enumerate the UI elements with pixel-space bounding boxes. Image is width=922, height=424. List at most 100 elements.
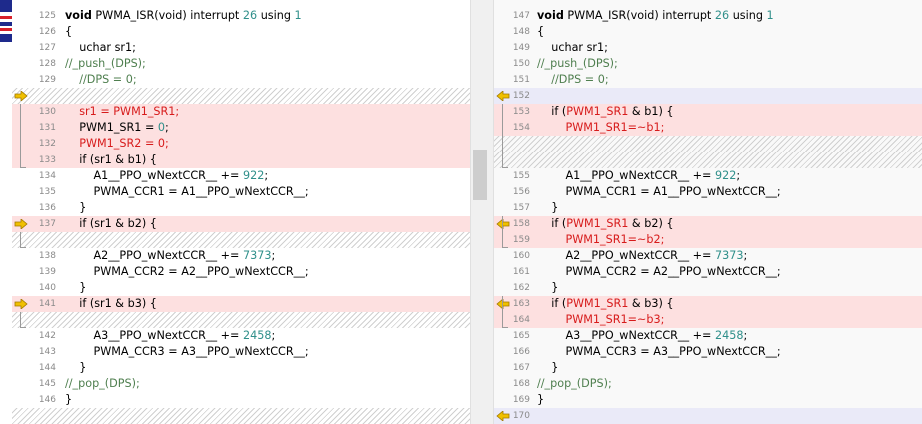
code-text: //_push_(DPS); <box>65 57 146 70</box>
code-line[interactable]: 164 PWM1_SR1=~b3; <box>494 312 922 328</box>
code-line[interactable]: 153 if (PWM1_SR1 & b1) { <box>494 104 922 120</box>
code-line[interactable]: 151 //DPS = 0; <box>494 72 922 88</box>
line-number <box>506 136 530 152</box>
line-number: 153 <box>512 107 530 117</box>
arrow-right-icon[interactable] <box>14 299 28 309</box>
code-line[interactable]: 152 <box>494 88 922 104</box>
code-line[interactable]: 169} <box>494 392 922 408</box>
code-line[interactable]: 147 void PWMA_ISR(void) interrupt 26 usin… <box>494 8 922 24</box>
line-number: 132 <box>38 139 56 149</box>
code-line[interactable]: 168 //_pop_(DPS); <box>494 376 922 392</box>
scrollbar-thumb[interactable] <box>473 150 487 200</box>
placeholder-row[interactable] <box>494 136 922 152</box>
code-line[interactable]: 162 } <box>494 280 922 296</box>
code-line[interactable]: 129 //DPS = 0; <box>12 72 470 88</box>
right-diff-pane[interactable]: 146} /147void PWMA_ISR(void) interrupt 2… <box>494 0 922 424</box>
line-number: 140 <box>38 283 56 293</box>
code-text: uchar sr1; <box>79 41 136 54</box>
code-text: PWM1_SR1=~b1; <box>537 121 665 134</box>
gutter <box>12 392 29 408</box>
code-text: PWM1_SR1=~b3; <box>537 313 665 326</box>
line-number: 149 <box>512 43 530 53</box>
code-text: } <box>65 361 87 374</box>
code-line[interactable]: 155 A1__PPO_wNextCCR__ += 922; <box>494 168 922 184</box>
code-line[interactable]: 159 PWM1_SR1=~b2; <box>494 232 922 248</box>
code-text: if (PWM1_SR1 & b3) { <box>551 297 674 310</box>
change-bracket <box>20 312 26 328</box>
code-line[interactable]: 138 A2__PPO_wNextCCR__ += 7373; <box>12 248 470 264</box>
code-line[interactable]: 145 //_pop_(DPS); <box>12 376 470 392</box>
code-line[interactable]: 144 } <box>12 360 470 376</box>
line-number: 152 <box>512 91 530 101</box>
left-diff-pane[interactable]: 125 void PWMA_ISR(void) interrupt 26 usin… <box>12 0 470 424</box>
code-text: PWM1_SR1 = 0; <box>79 121 169 134</box>
code-line[interactable]: 137 if (sr1 & b2) { <box>12 216 470 232</box>
code-line[interactable]: 142 A3__PPO_wNextCCR__ += 2458; <box>12 328 470 344</box>
code-line[interactable]: 131 PWM1_SR1 = 0; <box>12 120 470 136</box>
code-line[interactable]: 154 PWM1_SR1=~b1; <box>494 120 922 136</box>
placeholder-row[interactable] <box>12 88 470 104</box>
line-number: 154 <box>512 123 530 133</box>
code-line[interactable]: 163 if (PWM1_SR1 & b3) { <box>494 296 922 312</box>
gutter <box>12 88 29 104</box>
line-number: 161 <box>512 267 530 277</box>
code-line[interactable]: 139 PWMA_CCR2 = A2__PPO_wNextCCR__; <box>12 264 470 280</box>
gutter <box>12 360 29 376</box>
code-text: if (sr1 & b1) { <box>79 153 157 166</box>
code-line[interactable]: 141 if (sr1 & b3) { <box>12 296 470 312</box>
code-text: } <box>65 201 87 214</box>
code-line[interactable]: 158 if (PWM1_SR1 & b2) { <box>494 216 922 232</box>
code-text: //DPS = 0; <box>551 73 609 86</box>
marker-block <box>0 0 12 12</box>
code-line[interactable]: 160 A2__PPO_wNextCCR__ += 7373; <box>494 248 922 264</box>
code-line[interactable]: 161 PWMA_CCR2 = A2__PPO_wNextCCR__; <box>494 264 922 280</box>
change-bracket <box>20 104 26 168</box>
arrow-right-icon[interactable] <box>14 219 28 229</box>
code-line[interactable]: 133 if (sr1 & b1) { <box>12 152 470 168</box>
code-text: } <box>537 393 545 406</box>
code-text: } <box>65 281 87 294</box>
arrow-right-icon[interactable] <box>14 91 28 101</box>
line-number: 145 <box>38 379 56 389</box>
code-line[interactable]: 136 } <box>12 200 470 216</box>
code-line[interactable]: 126 { <box>12 24 470 40</box>
code-line[interactable]: 125 void PWMA_ISR(void) interrupt 26 usin… <box>12 8 470 24</box>
line-number: 166 <box>512 347 530 357</box>
code-line[interactable]: 149 uchar sr1; <box>494 40 922 56</box>
code-line[interactable]: 146} <box>12 392 470 408</box>
placeholder-row[interactable] <box>12 312 470 328</box>
line-number <box>30 88 56 104</box>
change-bracket <box>502 216 508 248</box>
line-number: 125 <box>38 11 56 21</box>
center-scrollbar[interactable] <box>470 0 494 424</box>
code-line[interactable]: 166 PWMA_CCR3 = A3__PPO_wNextCCR__; <box>494 344 922 360</box>
code-line[interactable]: 165 A3__PPO_wNextCCR__ += 2458; <box>494 328 922 344</box>
left-edge-markers <box>0 0 12 424</box>
line-number: 135 <box>38 187 56 197</box>
code-text: PWMA_CCR1 = A1__PPO_wNextCCR__; <box>565 185 781 198</box>
placeholder-row[interactable] <box>12 232 470 248</box>
placeholder-row[interactable] <box>12 408 470 424</box>
code-line[interactable]: 134 A1__PPO_wNextCCR__ += 922; <box>12 168 470 184</box>
code-line[interactable]: 132 PWM1_SR2 = 0; <box>12 136 470 152</box>
placeholder-row[interactable] <box>494 152 922 168</box>
change-bracket <box>502 296 508 328</box>
code-line[interactable]: 148 { <box>494 24 922 40</box>
code-line[interactable]: 130 sr1 = PWM1_SR1; <box>12 104 470 120</box>
code-line[interactable]: 167 } <box>494 360 922 376</box>
code-line[interactable]: 156 PWMA_CCR1 = A1__PPO_wNextCCR__; <box>494 184 922 200</box>
code-line[interactable]: 140 } <box>12 280 470 296</box>
code-line[interactable]: 128 //_push_(DPS); <box>12 56 470 72</box>
code-line[interactable]: 157 } <box>494 200 922 216</box>
line-number: 160 <box>512 251 530 261</box>
code-text: sr1 = PWM1_SR1; <box>65 105 180 118</box>
code-line[interactable]: 127 uchar sr1; <box>12 40 470 56</box>
gutter <box>12 168 29 184</box>
code-line[interactable]: 135 PWMA_CCR1 = A1__PPO_wNextCCR__; <box>12 184 470 200</box>
code-text: } <box>537 281 559 294</box>
code-line[interactable]: 143 PWMA_CCR3 = A3__PPO_wNextCCR__; <box>12 344 470 360</box>
code-line[interactable]: 150 //_push_(DPS); <box>494 56 922 72</box>
line-number: 129 <box>38 75 56 85</box>
code-text: A3__PPO_wNextCCR__ += 2458; <box>93 329 276 342</box>
code-line[interactable]: 170 <box>494 408 922 424</box>
